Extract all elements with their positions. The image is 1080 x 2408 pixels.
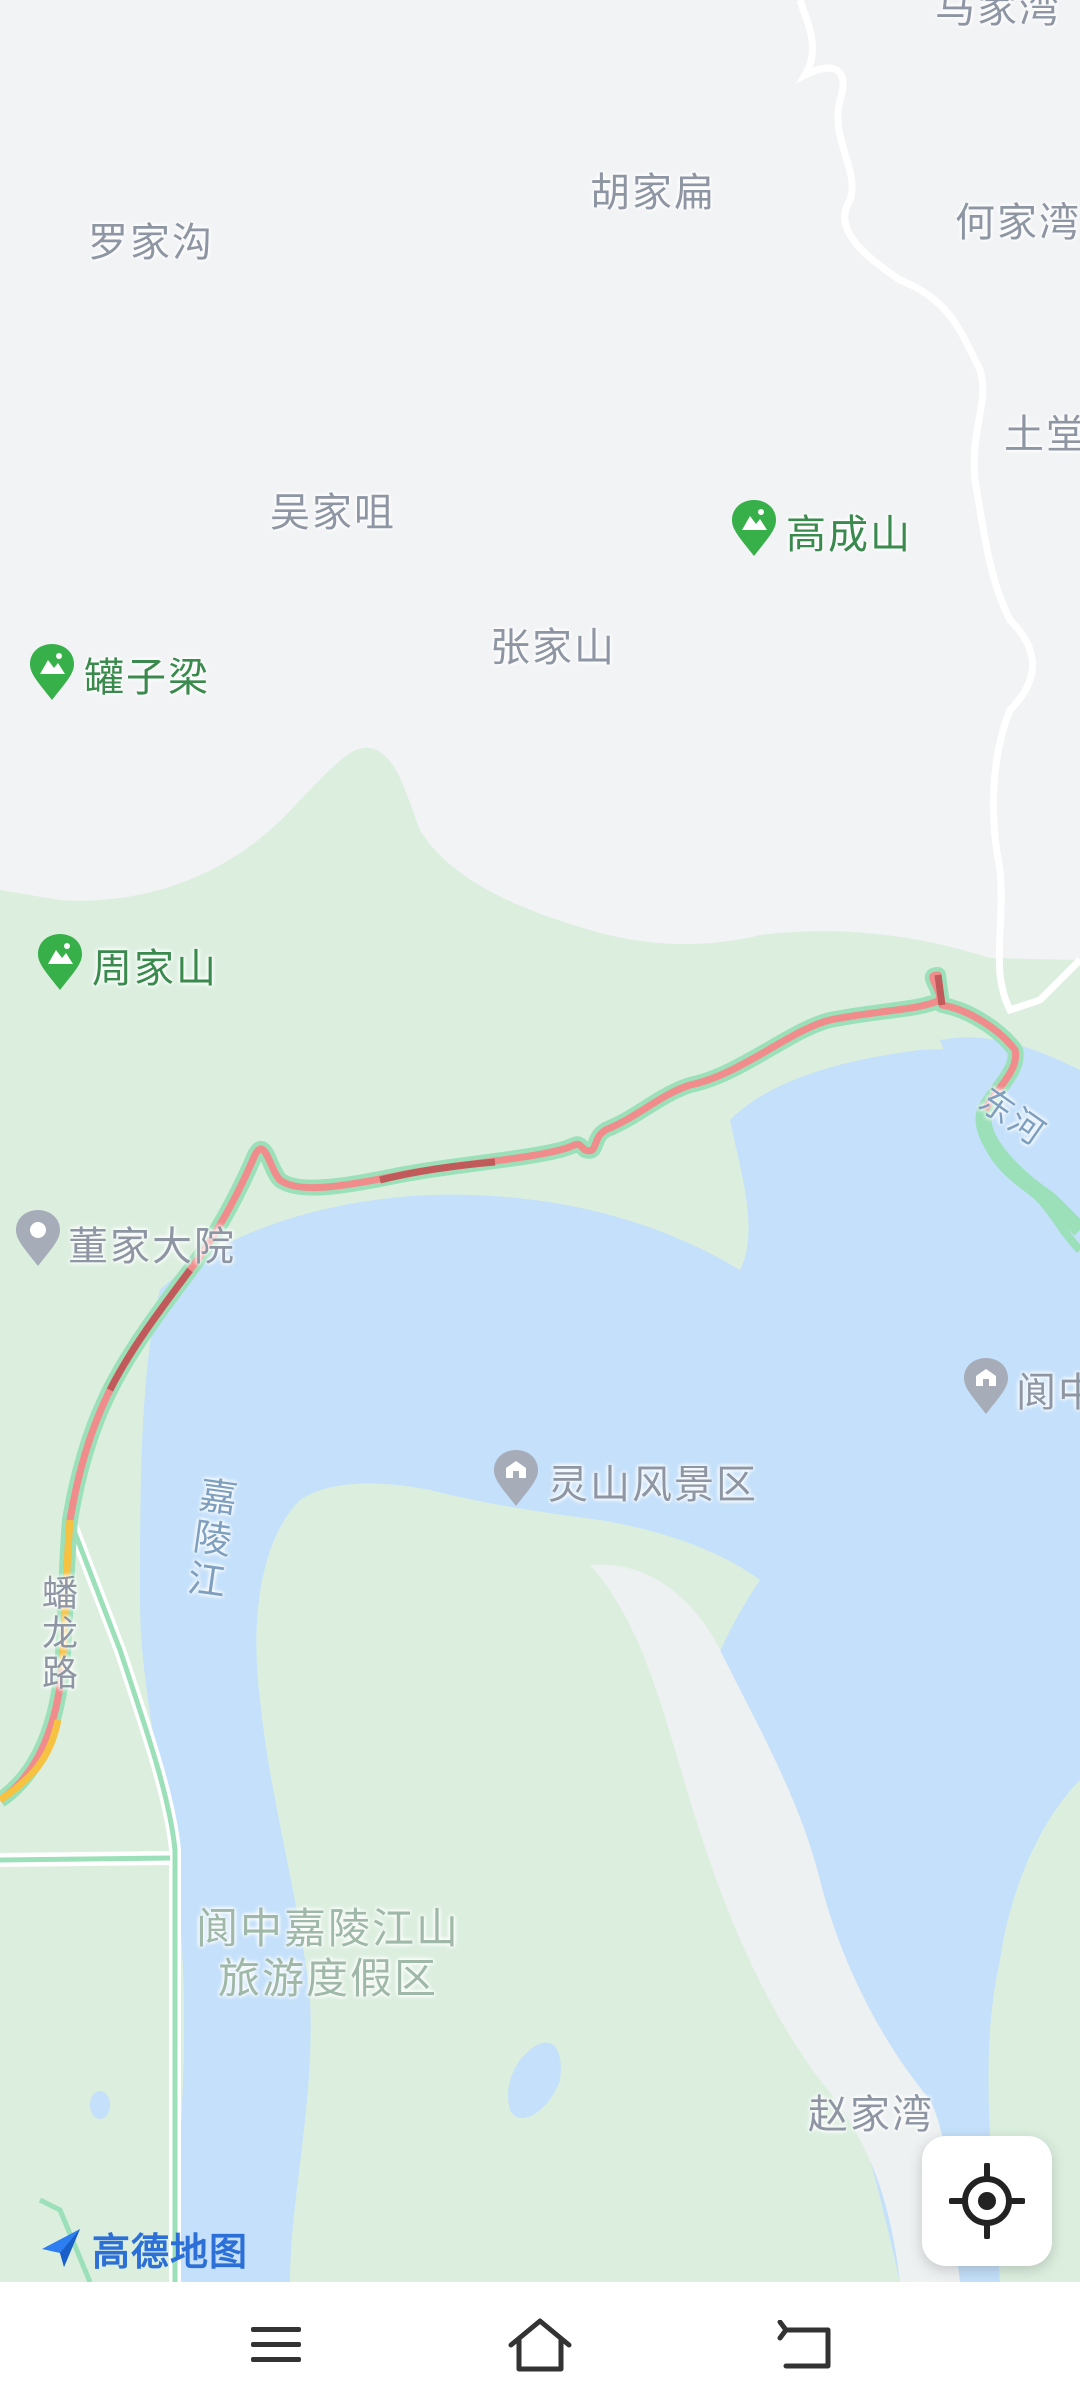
place-label-dongjiayuan[interactable]: 董家大院 xyxy=(68,1214,236,1272)
back-icon xyxy=(777,2320,831,2369)
nav-back-button[interactable] xyxy=(766,2310,846,2380)
locate-button[interactable] xyxy=(922,2136,1052,2266)
mountain-pin-icon xyxy=(30,644,74,700)
locate-crosshair-icon xyxy=(949,2163,1025,2239)
place-label-zhangjiashan[interactable]: 张家山 xyxy=(490,615,616,673)
nav-menu-button[interactable] xyxy=(236,2310,316,2380)
poi-label-langzhong[interactable]: 阆中 xyxy=(1016,1360,1080,1418)
system-nav-bar xyxy=(0,2282,1080,2408)
amap-logo-text: 高德地图 xyxy=(92,2229,249,2274)
mountain-pin-icon xyxy=(732,500,776,556)
place-label-hujiabian[interactable]: 胡家扁 xyxy=(590,160,716,218)
area-label-resort-line2: 旅游度假区 xyxy=(218,1954,439,2003)
poi-label-lingshan[interactable]: 灵山风景区 xyxy=(548,1452,758,1510)
scenic-pin-icon xyxy=(964,1358,1008,1414)
amap-arrow-icon xyxy=(42,2229,80,2267)
map-view[interactable]: 罗家沟 胡家扁 何家湾 马家湾 土堂 吴家咀 张家山 赵家湾 高成山 罐子梁 周… xyxy=(0,0,1080,2282)
place-label-zhaojiawan[interactable]: 赵家湾 xyxy=(808,2082,934,2140)
amap-logo: 高德地图 xyxy=(38,2220,248,2276)
nav-home-button[interactable] xyxy=(500,2310,580,2380)
home-icon xyxy=(508,2318,572,2372)
map-canvas xyxy=(0,0,1080,2282)
location-pin-icon xyxy=(16,1210,60,1266)
scenic-pin-icon xyxy=(494,1450,538,1506)
place-label-hejiawan[interactable]: 何家湾 xyxy=(955,190,1080,248)
area-label-resort[interactable]: 阆中嘉陵江山 旅游度假区 xyxy=(196,1904,460,2004)
place-label-tutang[interactable]: 土堂 xyxy=(1004,402,1080,460)
area-label-resort-line1: 阆中嘉陵江山 xyxy=(196,1904,461,1953)
place-label-wujiazui[interactable]: 吴家咀 xyxy=(270,480,396,538)
menu-icon xyxy=(251,2327,301,2362)
mountain-label-guanziliang[interactable]: 罐子梁 xyxy=(84,645,210,703)
mountain-label-gaochengshan[interactable]: 高成山 xyxy=(786,502,912,560)
road-label-panlonglu: 蟠龙路 xyxy=(36,1574,77,1694)
mountain-pin-icon xyxy=(38,934,82,990)
mountain-label-zhoujiashan[interactable]: 周家山 xyxy=(92,936,218,994)
place-label-luojiagou[interactable]: 罗家沟 xyxy=(88,210,214,268)
place-label-majiawan[interactable]: 马家湾 xyxy=(935,0,1061,34)
